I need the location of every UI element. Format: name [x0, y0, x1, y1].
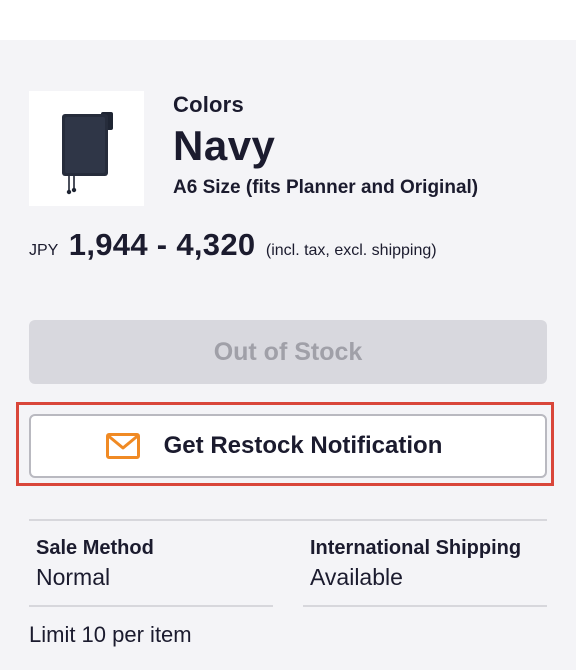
- international-shipping-label: International Shipping: [310, 537, 522, 559]
- price-note: (incl. tax, excl. shipping): [265, 242, 437, 259]
- size-label: A6 Size (fits Planner and Original): [173, 177, 479, 198]
- out-of-stock-button: Out of Stock: [29, 320, 547, 384]
- price-currency: JPY: [29, 242, 59, 259]
- top-header-strip: [0, 0, 576, 40]
- restock-notification-button[interactable]: Get Restock Notification: [29, 414, 547, 478]
- info-divider-left: [29, 605, 273, 607]
- restock-button-label: Get Restock Notification: [163, 432, 443, 459]
- color-name: Navy: [173, 122, 276, 169]
- international-shipping-value: Available: [310, 564, 403, 590]
- planner-cover-illustration: [29, 91, 144, 206]
- sale-method-value: Normal: [36, 564, 111, 590]
- info-divider-right: [303, 605, 547, 607]
- mail-icon: [105, 433, 140, 459]
- purchase-limit-text: Limit 10 per item: [29, 622, 192, 647]
- product-image: [29, 91, 144, 206]
- price-row: JPY 1,944 - 4,320 (incl. tax, excl. ship…: [29, 227, 437, 263]
- info-divider-top: [29, 519, 547, 521]
- price-range: 1,944 - 4,320: [68, 227, 256, 262]
- sale-method-label: Sale Method: [36, 537, 154, 559]
- colors-label: Colors: [173, 92, 244, 117]
